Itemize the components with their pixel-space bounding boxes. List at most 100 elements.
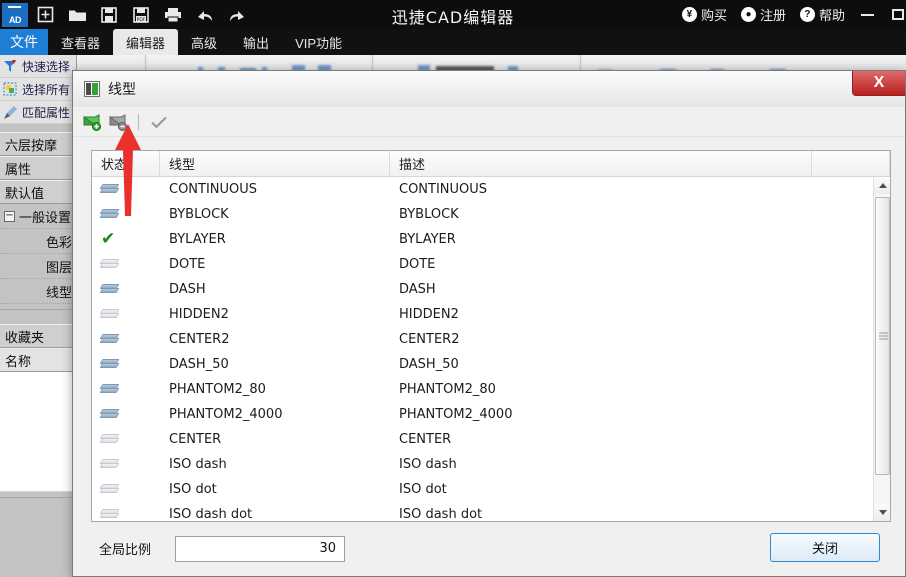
linetype-stack-icon [99, 434, 120, 445]
brush-icon [4, 105, 17, 119]
maximize-icon [892, 9, 904, 20]
column-header-extra[interactable] [812, 151, 890, 176]
load-linetype-button[interactable] [81, 111, 103, 133]
linetype-list-body: CONTINUOUS CONTINUOUS BYBLOCK BYBLOCK ✔ BYLAY… [92, 177, 890, 521]
sidebar-tool-select-all-label: 选择所有 [22, 82, 71, 97]
list-vertical-scrollbar[interactable] [873, 177, 890, 521]
table-row[interactable]: PHANTOM2_80 PHANTOM2_80 [92, 377, 890, 402]
table-row[interactable]: ISO dash ISO dash [92, 452, 890, 477]
chevron-down-icon [878, 510, 887, 515]
sidebar-group-general[interactable]: − 一般设置 [0, 204, 76, 229]
cell-linetype: CENTER [169, 432, 222, 447]
status-current-check-icon: ✔ [92, 231, 160, 248]
sidebar-item-color[interactable]: 色彩 [0, 229, 76, 254]
cell-description: CENTER2 [399, 332, 460, 347]
linetype-stack-icon [99, 259, 120, 270]
cell-linetype: PHANTOM2_80 [169, 382, 266, 397]
help-label: 帮助 [818, 8, 845, 23]
table-row[interactable]: DASH DASH [92, 277, 890, 302]
scrollbar-grip-icon [879, 331, 888, 342]
sidebar-tool-select-all[interactable]: 选择所有 [0, 78, 76, 101]
status-stack-icon [92, 509, 160, 520]
minimize-button[interactable] [852, 13, 883, 16]
cell-linetype: DASH_50 [169, 357, 229, 372]
status-stack-icon [92, 359, 160, 370]
column-header-linetype[interactable]: 线型 [160, 151, 390, 176]
cell-description: BYLAYER [399, 232, 456, 247]
table-row[interactable]: CENTER CENTER [92, 427, 890, 452]
cell-description: HIDDEN2 [399, 307, 459, 322]
table-row[interactable]: BYBLOCK BYBLOCK [92, 202, 890, 227]
table-row[interactable]: ISO dash dot ISO dash dot [92, 502, 890, 521]
table-row[interactable]: ISO dot ISO dot [92, 477, 890, 502]
close-dialog-button[interactable]: 关闭 [770, 533, 880, 562]
status-stack-icon [92, 284, 160, 295]
set-current-button[interactable] [148, 111, 170, 133]
cell-linetype: PHANTOM2_4000 [169, 407, 283, 422]
cell-linetype: BYLAYER [169, 232, 226, 247]
cell-linetype: BYBLOCK [169, 207, 229, 222]
menu-tab-output[interactable]: 输出 [230, 29, 282, 55]
linetype-stack-icon [99, 334, 120, 345]
table-row[interactable]: HIDDEN2 HIDDEN2 [92, 302, 890, 327]
linetype-stack-icon [99, 209, 120, 220]
register-label: 注册 [759, 8, 786, 23]
table-row[interactable]: DOTE DOTE [92, 252, 890, 277]
cell-linetype: ISO dash dot [169, 507, 253, 521]
scrollbar-thumb[interactable] [875, 197, 890, 475]
cell-description: ISO dot [399, 482, 447, 497]
column-header-description[interactable]: 描述 [390, 151, 812, 176]
menu-tab-vip[interactable]: VIP功能 [282, 29, 355, 55]
sidebar-tool-quick-select-label: 快速选择 [22, 59, 71, 74]
sidebar-tool-quick-select[interactable]: 快速选择 [0, 55, 76, 78]
sidebar-favorites-list[interactable] [0, 372, 76, 492]
sidebar-tool-match-properties-label: 匹配属性 [22, 105, 71, 120]
menu-tab-viewer[interactable]: 查看器 [48, 29, 113, 55]
left-sidebar: 快速选择 选择所有 匹配属性 六层按摩 属性 默认值 − 一般设置 色彩 图层 … [0, 55, 77, 577]
table-row[interactable]: PHANTOM2_4000 PHANTOM2_4000 [92, 402, 890, 427]
cell-description: ISO dash [399, 457, 457, 472]
sidebar-section-properties[interactable]: 属性 [0, 156, 76, 180]
buy-button[interactable]: ¥ 购买 [675, 5, 734, 24]
linetype-stack-icon [99, 484, 120, 495]
cell-linetype: ISO dash [169, 457, 227, 472]
sidebar-item-linetype[interactable]: 线型 [0, 279, 76, 304]
toolbar-separator [138, 113, 139, 130]
sidebar-section-defaults[interactable]: 默认值 [0, 180, 76, 204]
menu-tab-editor[interactable]: 编辑器 [113, 29, 179, 55]
status-stack-icon [92, 409, 160, 420]
sidebar-tool-match-properties[interactable]: 匹配属性 [0, 101, 76, 124]
menu-tab-file[interactable]: 文件 [0, 29, 48, 55]
column-header-status[interactable]: 状态 [92, 151, 160, 176]
menu-tab-advanced[interactable]: 高级 [178, 29, 230, 55]
table-row[interactable]: CONTINUOUS CONTINUOUS [92, 177, 890, 202]
sidebar-divider-bottom [0, 492, 76, 498]
sidebar-item-color-label: 色彩 [45, 235, 72, 251]
table-row[interactable]: CENTER2 CENTER2 [92, 327, 890, 352]
register-button[interactable]: ● 注册 [734, 5, 793, 24]
sidebar-favorites-header[interactable]: 收藏夹 [0, 324, 76, 348]
delete-linetype-button[interactable] [107, 111, 129, 133]
maximize-button[interactable] [883, 9, 906, 20]
collapse-icon[interactable]: − [4, 210, 15, 222]
sidebar-item-linetype-label: 线型 [45, 285, 72, 301]
dialog-footer: 全局比例 30 关闭 [73, 521, 906, 576]
cell-linetype: CENTER2 [169, 332, 230, 347]
table-row[interactable]: ✔ BYLAYER BYLAYER [92, 227, 890, 252]
application-window: AD PDF 迅捷CAD编辑器 ¥ 购买 ● 注册 ? 帮助 文件 查看器 编辑… [0, 0, 906, 577]
global-scale-input[interactable]: 30 [175, 535, 346, 562]
linetype-stack-icon [99, 509, 120, 520]
buy-label: 购买 [700, 8, 727, 23]
dialog-title: 线型 [108, 82, 136, 98]
sidebar-favorites-column: 名称 [0, 348, 76, 372]
sidebar-item-layer[interactable]: 图层 [0, 254, 76, 279]
sidebar-document-tab[interactable]: 六层按摩 [0, 132, 76, 156]
scroll-up-button[interactable] [874, 177, 890, 194]
scroll-down-button[interactable] [874, 504, 890, 521]
linetype-stack-icon [99, 309, 120, 320]
status-stack-icon [92, 259, 160, 270]
table-row[interactable]: DASH_50 DASH_50 [92, 352, 890, 377]
dialog-close-button[interactable]: X [852, 71, 905, 96]
help-button[interactable]: ? 帮助 [793, 5, 852, 24]
sidebar-filler [0, 310, 76, 324]
